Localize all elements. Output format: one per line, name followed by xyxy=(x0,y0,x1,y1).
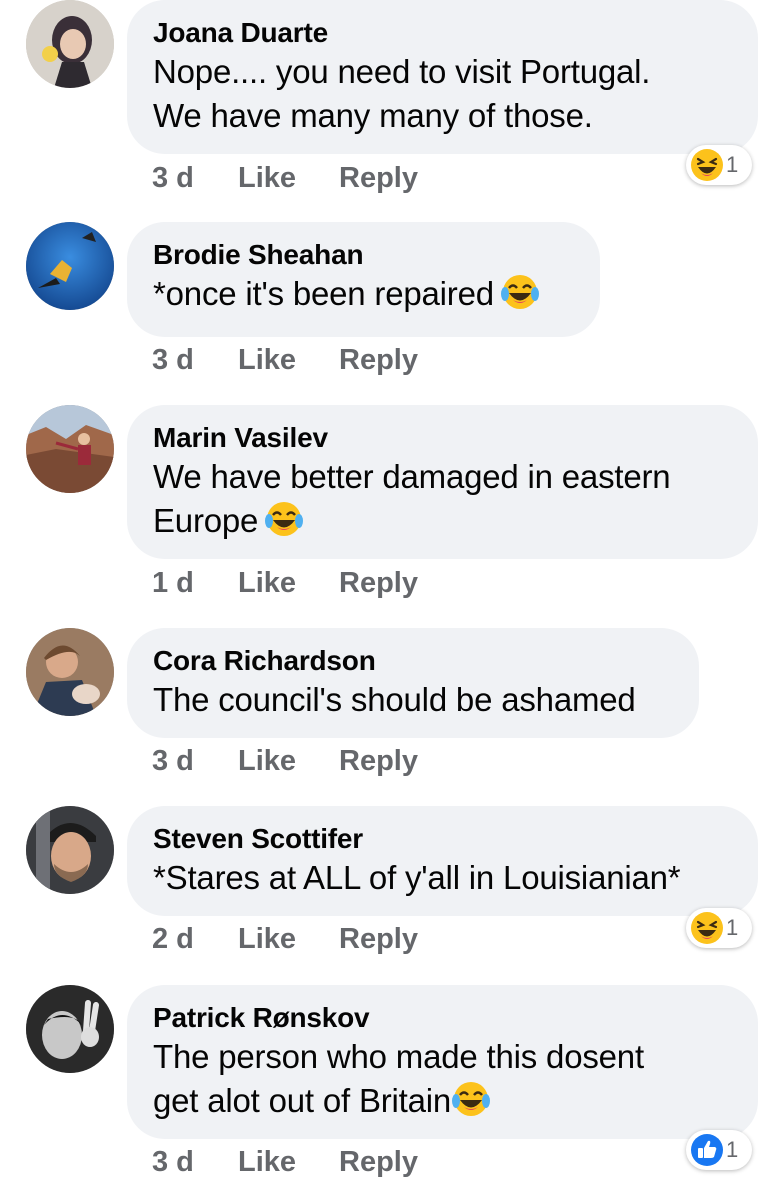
like-link[interactable]: Like xyxy=(238,1142,339,1182)
thumbs-up-like-icon xyxy=(690,1133,724,1167)
comment-text-line: We have better damaged in eastern xyxy=(153,458,671,495)
comment-actions: 1 d Like Reply xyxy=(152,563,418,603)
comment-text: Europe xyxy=(153,499,732,543)
avatar[interactable] xyxy=(26,985,114,1073)
avatar[interactable] xyxy=(26,628,114,716)
comment-actions: 3 d Like Reply xyxy=(152,1142,418,1182)
comment-bubble: Marin Vasilev We have better damaged in … xyxy=(127,405,758,559)
comment-timestamp[interactable]: 2 d xyxy=(152,919,238,959)
avatar-image xyxy=(26,0,114,88)
comment-author[interactable]: Brodie Sheahan xyxy=(153,238,574,272)
tears-of-joy-emoji-icon xyxy=(264,499,304,539)
reaction-count: 1 xyxy=(726,1137,739,1162)
comment-actions: 3 d Like Reply xyxy=(152,158,418,198)
comment-bubble: Brodie Sheahan *once it's been repaired xyxy=(127,222,600,337)
comment-text-line: We have many many of those. xyxy=(153,97,593,134)
comment-timestamp[interactable]: 1 d xyxy=(152,563,238,603)
comment-text-line: Europe xyxy=(153,502,259,539)
comment-author[interactable]: Steven Scottifer xyxy=(153,822,732,856)
comment-text-line: *once it's been repaired xyxy=(153,275,494,312)
tears-of-joy-emoji-icon xyxy=(500,272,540,312)
comment-author[interactable]: Marin Vasilev xyxy=(153,421,732,455)
avatar[interactable] xyxy=(26,806,114,894)
avatar[interactable] xyxy=(26,0,114,88)
comment-actions: 3 d Like Reply xyxy=(152,741,418,781)
avatar-image xyxy=(26,985,114,1073)
tears-of-joy-emoji-icon xyxy=(451,1079,491,1119)
laughing-squint-emoji-icon xyxy=(690,148,724,182)
avatar-image xyxy=(26,405,114,493)
comment-timestamp[interactable]: 3 d xyxy=(152,1142,238,1182)
comment-bubble: Patrick Rønskov The person who made this… xyxy=(127,985,758,1139)
like-link[interactable]: Like xyxy=(238,563,339,603)
like-link[interactable]: Like xyxy=(238,741,339,781)
reply-link[interactable]: Reply xyxy=(339,919,418,959)
comment-text-line: *Stares at ALL of y'all in Louisianian* xyxy=(153,859,681,896)
reaction-summary[interactable]: 1 xyxy=(686,145,752,185)
comment-text-line: get alot out of Britain xyxy=(153,1082,452,1119)
reaction-summary[interactable]: 1 xyxy=(686,1130,752,1170)
avatar-image xyxy=(26,806,114,894)
laughing-squint-emoji-icon xyxy=(690,911,724,945)
comment-text: get alot out of Britain xyxy=(153,1079,732,1123)
reply-link[interactable]: Reply xyxy=(339,563,418,603)
comment-author[interactable]: Cora Richardson xyxy=(153,644,673,678)
reply-link[interactable]: Reply xyxy=(339,158,418,198)
avatar-image xyxy=(26,222,114,310)
reaction-summary[interactable]: 1 xyxy=(686,908,752,948)
comment-author[interactable]: Joana Duarte xyxy=(153,16,732,50)
comment-bubble: Steven Scottifer *Stares at ALL of y'all… xyxy=(127,806,758,916)
reaction-count: 1 xyxy=(726,915,739,940)
reaction-count: 1 xyxy=(726,152,739,177)
comment-timestamp[interactable]: 3 d xyxy=(152,158,238,198)
comment-text-line: The council's should be ashamed xyxy=(153,681,636,718)
comment-actions: 2 d Like Reply xyxy=(152,919,418,959)
like-link[interactable]: Like xyxy=(238,919,339,959)
like-link[interactable]: Like xyxy=(238,158,339,198)
comment-author[interactable]: Patrick Rønskov xyxy=(153,1001,732,1035)
comment-text-line: The person who made this dosent xyxy=(153,1038,644,1075)
comment-bubble: Cora Richardson The council's should be … xyxy=(127,628,699,738)
reply-link[interactable]: Reply xyxy=(339,340,418,380)
like-link[interactable]: Like xyxy=(238,340,339,380)
comment-text: *once it's been repaired xyxy=(153,272,574,316)
comment-actions: 3 d Like Reply xyxy=(152,340,418,380)
comment-timestamp[interactable]: 3 d xyxy=(152,340,238,380)
reply-link[interactable]: Reply xyxy=(339,1142,418,1182)
reply-link[interactable]: Reply xyxy=(339,741,418,781)
comment-timestamp[interactable]: 3 d xyxy=(152,741,238,781)
avatar-image xyxy=(26,628,114,716)
comment-bubble: Joana Duarte Nope.... you need to visit … xyxy=(127,0,758,154)
comment-text-line: Nope.... you need to visit Portugal. xyxy=(153,53,651,90)
avatar[interactable] xyxy=(26,222,114,310)
avatar[interactable] xyxy=(26,405,114,493)
